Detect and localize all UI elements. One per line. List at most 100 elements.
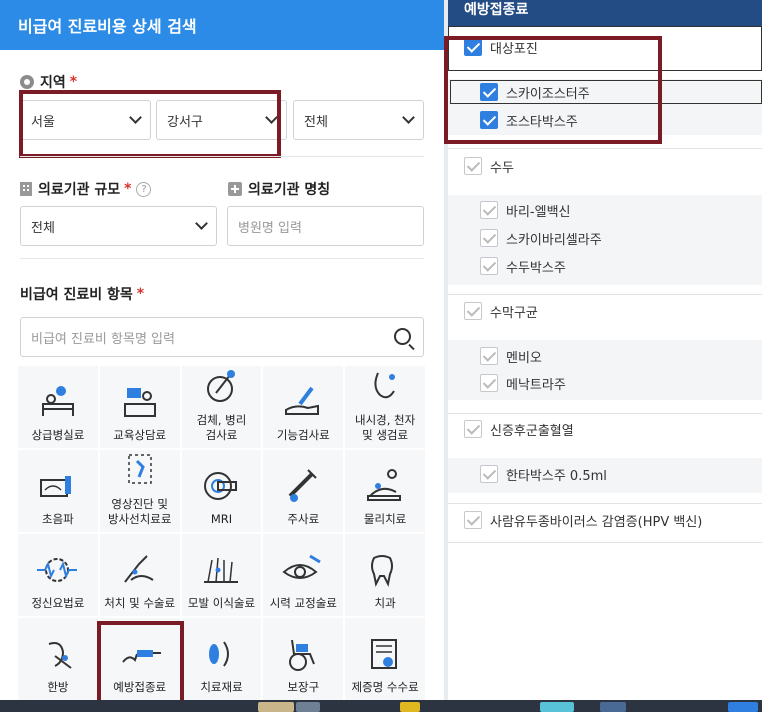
category-tile[interactable]: 한방 (18, 618, 98, 700)
left-panel: 비급여 진료비용 상세 검색 지역 * 서울 강서구 전체 의료기관 규모 * … (0, 0, 444, 712)
checkbox-unchecked-icon[interactable] (480, 257, 498, 275)
category-tile-label: 시력 교정술료 (269, 595, 337, 610)
highlight-box-region (19, 90, 281, 158)
facility-scale-label: 의료기관 규모 * ? (20, 179, 152, 199)
facility-name-label-text: 의료기관 명칭 (248, 182, 331, 198)
checkbox-unchecked-icon[interactable] (480, 347, 498, 365)
help-icon[interactable]: ? (136, 181, 152, 197)
category-tile-label: 주사료 (287, 511, 320, 526)
category-tile[interactable]: 시력 교정술료 (263, 534, 344, 616)
checkbox-unchecked-icon[interactable] (464, 157, 482, 175)
vaccine-item-row[interactable]: 수두박스주 (448, 256, 762, 276)
wheelchair-icon (289, 639, 316, 671)
category-tile[interactable]: 기능검사료 (263, 366, 344, 448)
hair-transplant-icon (204, 557, 239, 583)
category-tile-label: 상급병실료 (31, 427, 85, 442)
taskbar (0, 700, 762, 712)
category-tile[interactable]: 검체, 병리 검사료 (181, 366, 262, 448)
checkbox-unchecked-icon[interactable] (480, 229, 498, 247)
certificate-icon (371, 638, 398, 669)
item-search-input[interactable]: 비급여 진료비 항목명 입력 (20, 317, 424, 357)
taskbar-app-icon[interactable] (258, 702, 294, 712)
vaccine-item-row[interactable]: 한타박스주 0.5ml (448, 464, 762, 484)
chevron-down-icon (195, 217, 208, 230)
category-tile[interactable]: 내시경, 천자 및 생검료 (345, 366, 425, 448)
vaccine-group-row[interactable]: 수두 (448, 156, 762, 176)
vaccine-group-row[interactable]: 신증후군출혈열 (448, 419, 762, 439)
checkbox-unchecked-icon[interactable] (464, 302, 482, 320)
physical-therapy-icon (367, 468, 402, 501)
category-tile[interactable]: 영상진단 및 방사선치료료 (99, 450, 180, 532)
divider (20, 156, 424, 157)
vaccine-group-row[interactable]: 사람유두종바이러스 감염증(HPV 백신) (448, 510, 762, 530)
vaccine-item-row[interactable]: 스카이바리셀라주 (448, 228, 762, 248)
category-tile[interactable]: 제증명 수수료 (345, 618, 425, 700)
category-tile[interactable]: 물리치료 (345, 450, 425, 532)
radiology-icon (127, 454, 152, 484)
required-mark: * (124, 181, 132, 197)
function-test-icon (285, 386, 320, 415)
material-icon (209, 641, 230, 667)
search-card: 비급여 진료비용 상세 검색 지역 * 서울 강서구 전체 의료기관 규모 * … (0, 0, 444, 712)
vaccine-item-row[interactable]: 메낙트라주 (448, 373, 762, 393)
category-tile[interactable]: 치과 (345, 534, 425, 616)
checkbox-unchecked-icon[interactable] (480, 374, 498, 392)
category-tile[interactable]: 정신요법료 (18, 534, 98, 616)
taskbar-app-icon[interactable] (400, 702, 420, 712)
vaccine-item-row[interactable]: 바리-엘백신 (448, 200, 762, 220)
category-tile[interactable]: 치료재료 (181, 618, 262, 700)
highlight-box-herpes-zoster (444, 36, 662, 144)
surgery-icon (123, 554, 154, 583)
category-tile[interactable]: 상급병실료 (18, 366, 98, 448)
vaccine-group-row[interactable]: 수막구균 (448, 301, 762, 321)
vaccine-item-label: 바리-엘백신 (506, 204, 571, 220)
category-tile-label: 치료재료 (200, 679, 243, 694)
checkbox-unchecked-icon[interactable] (464, 420, 482, 438)
taskbar-app-icon[interactable] (728, 702, 758, 712)
category-tile-label: 기능검사료 (276, 427, 330, 442)
checkbox-unchecked-icon[interactable] (464, 511, 482, 529)
category-tile-label: 영상진단 및 방사선치료료 (107, 497, 172, 526)
required-mark: * (136, 286, 145, 302)
syringe-icon (288, 468, 317, 502)
vaccine-item-label: 멘비오 (506, 350, 542, 366)
checkbox-unchecked-icon[interactable] (480, 465, 498, 483)
category-grid: 상급병실료 교육상담료 검체, 병리 검사료 기능검사료 내시경, 천자 및 생검료초음… (18, 366, 425, 700)
category-tile[interactable]: 보장구 (263, 618, 344, 700)
category-tile[interactable]: 주사료 (263, 450, 344, 532)
category-tile[interactable]: 처치 및 수술료 (99, 534, 180, 616)
category-tile[interactable]: MRI (181, 450, 262, 532)
taskbar-app-icon[interactable] (296, 702, 320, 712)
category-tile-label: 정신요법료 (31, 595, 85, 610)
dong-select-value: 전체 (304, 114, 328, 130)
checkbox-unchecked-icon[interactable] (480, 201, 498, 219)
hospital-name-input[interactable]: 병원명 입력 (227, 206, 424, 246)
category-tile-label: 처치 및 수술료 (104, 595, 176, 610)
category-tile[interactable]: 교육상담료 (99, 366, 180, 448)
ultrasound-icon (39, 475, 71, 497)
chevron-down-icon (402, 111, 415, 124)
taskbar-app-icon[interactable] (540, 702, 574, 712)
category-tile-label: 검체, 병리 검사료 (196, 413, 247, 442)
taskbar-app-icon[interactable] (600, 702, 626, 712)
facility-scale-select[interactable]: 전체 (20, 206, 217, 246)
category-tile-label: 제증명 수수료 (351, 679, 419, 694)
category-tile[interactable]: 모발 이식술료 (181, 534, 262, 616)
search-icon[interactable] (394, 328, 411, 345)
category-tile-label: 한방 (47, 679, 69, 694)
vaccine-panel: 예방접종료 대상포진 스카이조스터주 조스타박스주 수두 바리-엘백신 스카이바리셀라주 수… (444, 0, 762, 712)
mri-icon (204, 471, 238, 500)
vaccine-group-label: 신증후군출혈열 (490, 423, 574, 439)
dong-select[interactable]: 전체 (293, 100, 424, 140)
region-label: 지역 * (20, 72, 77, 92)
hospital-icon (228, 182, 242, 196)
divider (448, 413, 762, 414)
hospital-bed-icon (41, 385, 74, 416)
category-tile-label: 치과 (374, 595, 396, 610)
category-tile[interactable]: 초음파 (18, 450, 98, 532)
brain-icon (36, 557, 77, 582)
tooth-icon (371, 554, 394, 587)
facility-scale-label-text: 의료기관 규모 (38, 182, 121, 198)
vaccine-item-row[interactable]: 멘비오 (448, 346, 762, 366)
acupuncture-icon (48, 641, 72, 669)
